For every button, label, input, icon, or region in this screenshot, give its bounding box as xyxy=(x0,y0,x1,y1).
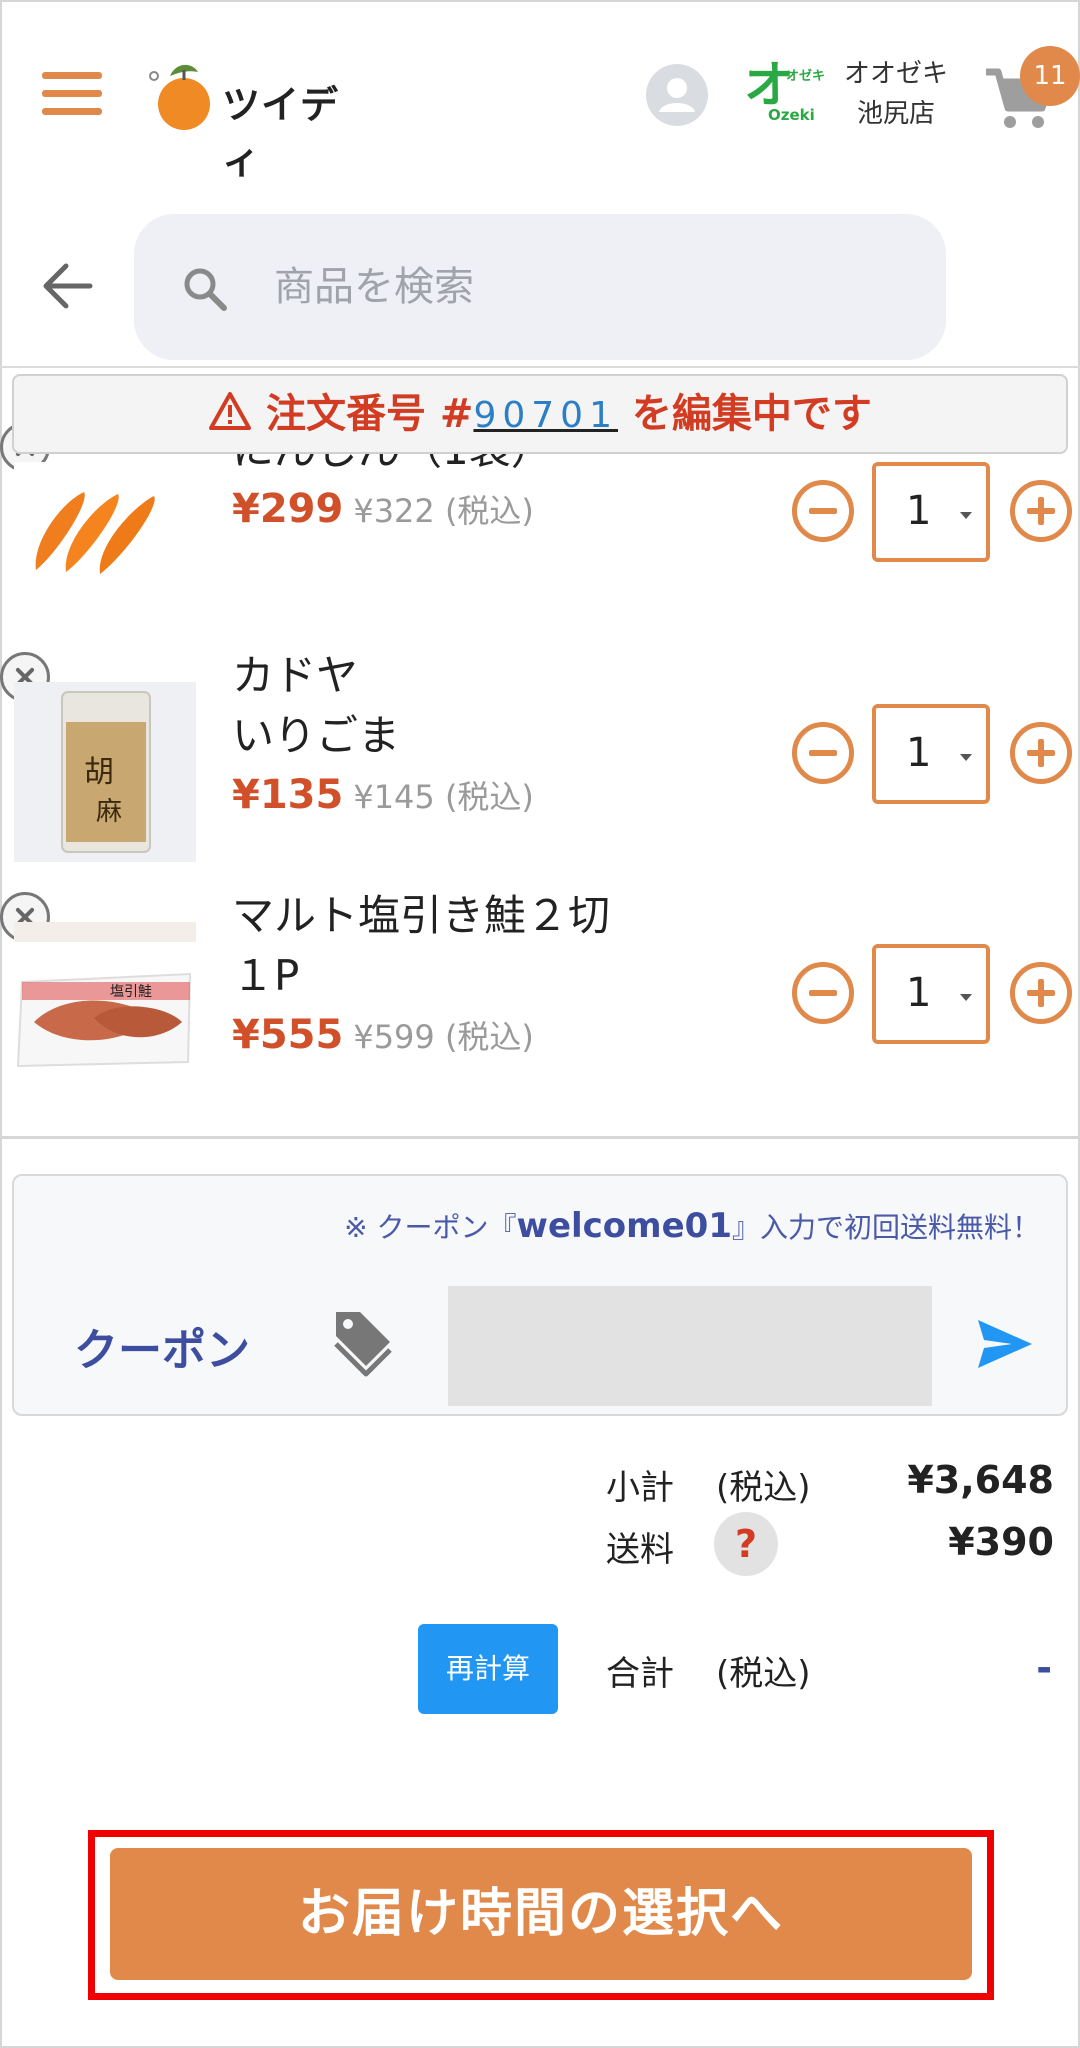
svg-text:オゼキ: オゼキ xyxy=(786,68,825,84)
svg-text:胡: 胡 xyxy=(84,755,114,790)
caret-down-icon xyxy=(960,994,972,1001)
price-row: ¥555 ¥599 (税込) xyxy=(232,1012,534,1058)
quantity-select[interactable]: 1 xyxy=(872,462,990,562)
coupon-code: welcome01 xyxy=(516,1206,732,1246)
app-header: ツイディ オ オゼキ Ozeki オオゼキ 池尻店 11 xyxy=(0,0,1080,190)
product-price: ¥555 xyxy=(232,1012,344,1058)
quantity-increase-button[interactable] xyxy=(1010,962,1072,1024)
banner-suffix: を編集中です xyxy=(617,391,872,437)
hamburger-menu-icon[interactable] xyxy=(42,72,102,116)
quantity-value: 1 xyxy=(906,970,932,1016)
quantity-decrease-button[interactable] xyxy=(792,962,854,1024)
coupon-note-suffix: 』入力で初回送料無料！ xyxy=(731,1211,1040,1244)
banner-prefix: 注文番号 # xyxy=(266,391,474,437)
quantity-increase-button[interactable] xyxy=(1010,480,1072,542)
recalculate-button[interactable]: 再計算 xyxy=(418,1624,558,1714)
subtotal-tax-label: (税込) xyxy=(716,1468,811,1508)
app-logo[interactable]: ツイディ xyxy=(140,56,370,182)
total-label: 合計 xyxy=(606,1654,674,1694)
price-row: ¥135 ¥145 (税込) xyxy=(232,772,534,818)
product-price-tax: ¥145 (税込) xyxy=(353,778,534,816)
quantity-select[interactable]: 1 xyxy=(872,704,990,804)
subtotal-label: 小計 xyxy=(606,1468,674,1508)
quantity-decrease-button[interactable] xyxy=(792,722,854,784)
price-row: ¥299 ¥322 (税込) xyxy=(232,486,534,532)
caret-down-icon xyxy=(960,754,972,761)
cart-item: 胡 麻 カドヤ いりごま ¥135 ¥145 (税込) 1 xyxy=(0,642,1080,882)
product-image-sesame[interactable]: 胡 麻 xyxy=(14,682,196,862)
total-value: - xyxy=(1036,1646,1052,1690)
tag-icon xyxy=(332,1306,394,1378)
select-delivery-time-button[interactable]: お届け時間の選択へ xyxy=(110,1848,972,1980)
quantity-select[interactable]: 1 xyxy=(872,944,990,1044)
svg-text:麻: 麻 xyxy=(96,797,122,827)
product-image-salmon[interactable]: 塩引鮭 xyxy=(14,922,196,1102)
warning-triangle-icon xyxy=(209,392,252,430)
cart-item: 塩引鮭 マルト塩引き鮭２切 １P ¥555 ¥599 (税込) 1 xyxy=(0,882,1080,1122)
caret-down-icon xyxy=(960,512,972,519)
quantity-value: 1 xyxy=(906,730,932,776)
quantity-value: 1 xyxy=(906,488,932,534)
cart-count-badge[interactable]: 11 xyxy=(1020,46,1080,106)
svg-text:Ozeki: Ozeki xyxy=(768,106,815,124)
product-price: ¥135 xyxy=(232,772,344,818)
search-icon xyxy=(180,264,230,314)
product-image-carrot[interactable] xyxy=(14,462,196,580)
quantity-increase-button[interactable] xyxy=(1010,722,1072,784)
shipping-help-button[interactable]: ? xyxy=(714,1512,778,1576)
product-name[interactable]: カドヤ xyxy=(232,646,358,706)
product-price: ¥299 xyxy=(232,486,344,532)
arrow-left-icon[interactable] xyxy=(38,256,98,316)
quantity-decrease-button[interactable] xyxy=(792,480,854,542)
send-icon[interactable] xyxy=(976,1318,1034,1370)
coupon-note-prefix: ※ クーポン『 xyxy=(344,1211,517,1244)
shipping-value: ¥390 xyxy=(948,1520,1054,1564)
coupon-label: クーポン xyxy=(74,1325,250,1376)
search-bar[interactable] xyxy=(134,214,946,360)
product-name-line2[interactable]: １P xyxy=(232,946,299,1006)
search-input[interactable] xyxy=(274,252,874,322)
orange-logo-icon xyxy=(149,64,210,130)
store-logo: オ オゼキ Ozeki xyxy=(742,54,828,132)
app-name: ツイディ xyxy=(222,83,340,182)
total-tax-label: (税込) xyxy=(716,1654,811,1694)
store-name[interactable]: オオゼキ 池尻店 xyxy=(836,54,956,134)
divider xyxy=(0,1136,1080,1139)
store-name-line1: オオゼキ xyxy=(843,59,948,89)
product-name[interactable]: マルト塩引き鮭２切 xyxy=(232,886,610,946)
coupon-code-input[interactable] xyxy=(448,1286,932,1406)
coupon-section: ※ クーポン『welcome01』入力で初回送料無料！ クーポン xyxy=(12,1174,1068,1416)
product-price-tax: ¥322 (税込) xyxy=(353,492,534,530)
product-name-line2[interactable]: いりごま xyxy=(232,706,400,766)
user-avatar-icon[interactable] xyxy=(646,64,708,126)
svg-text:塩引鮭: 塩引鮭 xyxy=(110,984,152,1000)
order-edit-banner: 注文番号 #90701 を編集中です xyxy=(12,374,1068,454)
shipping-label: 送料 xyxy=(606,1530,674,1570)
divider xyxy=(0,366,1080,368)
subtotal-value: ¥3,648 xyxy=(907,1458,1054,1502)
order-number-link[interactable]: 90701 xyxy=(473,395,618,436)
product-price-tax: ¥599 (税込) xyxy=(353,1018,534,1056)
coupon-note: ※ クーポン『welcome01』入力で初回送料無料！ xyxy=(344,1206,1040,1246)
cart-item-list: にんじん（1袋） ¥299¥322 (税込) 1 胡 麻 カドヤ いりごま ¥1… xyxy=(0,370,1080,1136)
store-name-line2: 池尻店 xyxy=(856,99,935,129)
